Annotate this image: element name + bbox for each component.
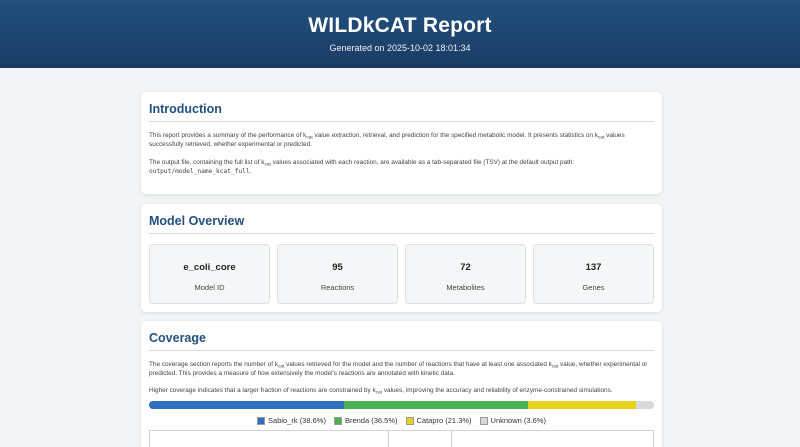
section-title-coverage: Coverage [149,331,654,351]
stat-label: Reactions [320,283,355,292]
coverage-segment-sabio_rk [149,401,344,409]
legend-item-sabio_rk: Sabio_rk (38.6%) [257,416,326,425]
coverage-table [149,430,654,447]
stat-value: 95 [332,262,343,273]
text: The output file, containing the full lis… [149,159,265,166]
coverage-section: Coverage The coverage section reports th… [141,321,662,447]
output-path-code: output/model_name_kcat_full [149,168,250,175]
coverage-paragraph-2: Higher coverage indicates that a larger … [149,386,654,395]
legend-label: Sabio_rk (38.6%) [268,416,326,425]
stat-label: Genes [582,283,605,292]
stats-row: e_coli_core Model ID 95 Reactions 72 Met… [149,244,654,304]
coverage-segment-catapro [528,401,636,409]
legend-swatch [405,416,414,425]
coverage-stacked-bar [149,401,654,409]
stat-card-metabolites: 72 Metabolites [405,244,526,304]
report-header: WILDkCAT Report Generated on 2025-10-02 … [0,0,800,68]
legend-item-brenda: Brenda (36.5%) [333,416,398,425]
report-title: WILDkCAT Report [308,14,492,37]
intro-paragraph-1: This report provides a summary of the pe… [149,131,654,149]
coverage-legend: Sabio_rk (38.6%) Brenda (36.5%) Catapro (2… [141,416,662,425]
stat-value: 72 [460,262,471,273]
section-title-introduction: Introduction [149,102,654,122]
legend-swatch [333,416,342,425]
text: values associated with each reaction, ar… [270,159,575,166]
legend-label: Brenda (36.5%) [344,416,398,425]
generated-timestamp: Generated on 2025-10-02 18:01:34 [329,43,471,53]
model-overview-section: Model Overview e_coli_core Model ID 95 R… [141,204,662,312]
stat-label: Metabolites [446,283,485,292]
text: Higher coverage indicates that a larger … [149,387,376,394]
stat-card-reactions: 95 Reactions [277,244,398,304]
coverage-segment-unknown [635,401,654,409]
stat-label: Model ID [194,283,225,292]
stat-value: e_coli_core [183,262,236,273]
stat-value: 137 [585,262,602,273]
legend-item-catapro: Catapro (21.3%) [405,416,472,425]
table-column-divider [451,431,452,447]
text: The coverage section reports the number … [149,361,278,368]
stat-card-genes: 137 Genes [533,244,654,304]
legend-item-unknown: Unknown (3.6%) [479,416,546,425]
table-column-divider [388,431,389,447]
legend-label: Unknown (3.6%) [490,416,546,425]
introduction-section: Introduction This report provides a summ… [141,92,662,194]
section-title-model-overview: Model Overview [149,214,654,234]
text: value extraction, retrieval, and predict… [312,132,598,139]
text: . [249,168,252,175]
intro-paragraph-2: The output file, containing the full lis… [149,158,654,176]
legend-label: Catapro (21.3%) [416,416,472,425]
stat-card-model-id: e_coli_core Model ID [149,244,270,304]
text: values, improving the accuracy and relia… [382,387,613,394]
legend-swatch [257,416,266,425]
text: This report provides a summary of the pe… [149,132,307,139]
coverage-segment-brenda [343,401,529,409]
text: values retrieved for the model and the n… [284,361,552,368]
coverage-paragraph-1: The coverage section reports the number … [149,360,654,378]
legend-swatch [479,416,488,425]
